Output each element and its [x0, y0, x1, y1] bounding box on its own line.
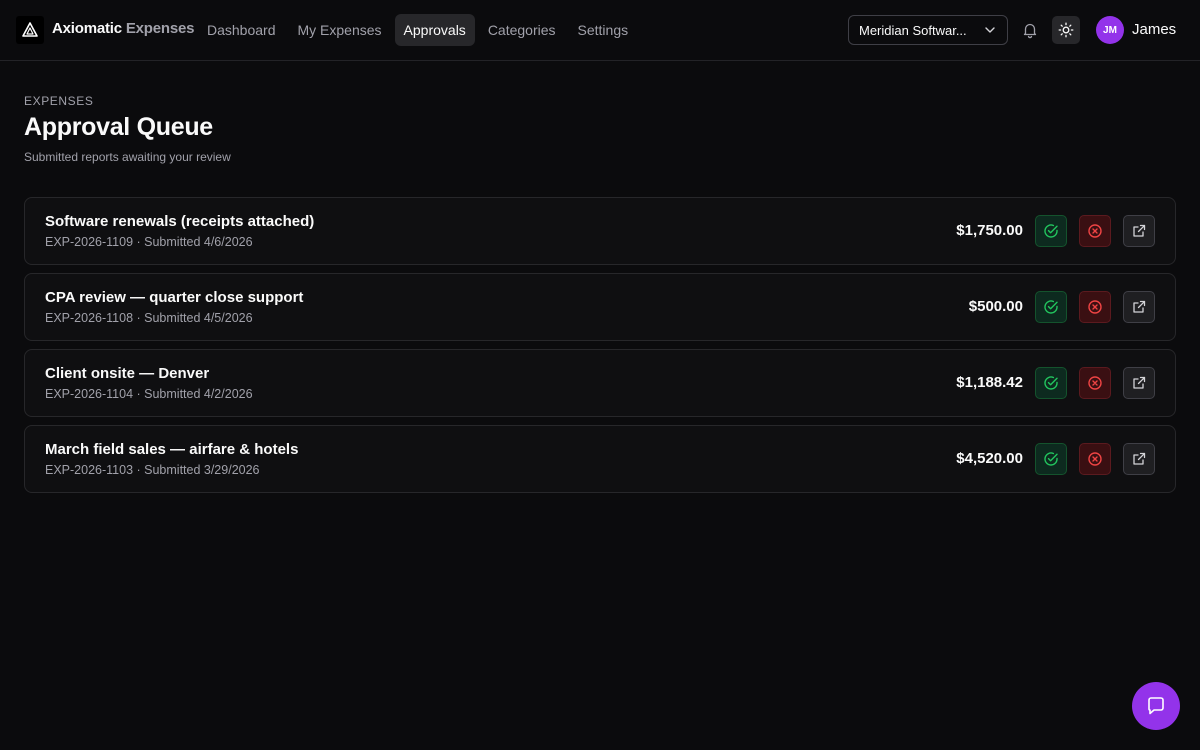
- report-amount: $1,750.00: [956, 222, 1023, 239]
- open-report-button[interactable]: [1123, 215, 1155, 247]
- nav-dashboard[interactable]: Dashboard: [198, 14, 285, 46]
- main-nav: Dashboard My Expenses Approvals Categori…: [198, 14, 637, 46]
- reject-button[interactable]: [1079, 215, 1111, 247]
- avatar[interactable]: JM: [1096, 16, 1124, 44]
- report-meta: EXP-2026-1109 · Submitted 4/6/2026: [45, 235, 253, 249]
- approval-card: Client onsite — Denver EXP-2026-1104 · S…: [24, 349, 1176, 417]
- check-circle-icon: [1044, 376, 1058, 390]
- page-title: Approval Queue: [24, 113, 213, 141]
- check-circle-icon: [1044, 224, 1058, 238]
- check-circle-icon: [1044, 300, 1058, 314]
- username[interactable]: James: [1132, 21, 1176, 38]
- brand-primary: Axiomatic: [52, 20, 122, 37]
- report-amount: $1,188.42: [956, 374, 1023, 391]
- check-circle-icon: [1044, 452, 1058, 466]
- sun-icon: [1058, 22, 1074, 38]
- report-meta: EXP-2026-1103 · Submitted 3/29/2026: [45, 463, 260, 477]
- workspace-label: Meridian Softwar...: [859, 22, 967, 38]
- approval-card: March field sales — airfare & hotels EXP…: [24, 425, 1176, 493]
- report-amount: $4,520.00: [956, 450, 1023, 467]
- x-circle-icon: [1088, 300, 1102, 314]
- nav-my-expenses[interactable]: My Expenses: [289, 14, 391, 46]
- x-circle-icon: [1088, 224, 1102, 238]
- report-title: March field sales — airfare & hotels: [45, 441, 299, 458]
- x-circle-icon: [1088, 376, 1102, 390]
- report-meta: EXP-2026-1108 · Submitted 4/5/2026: [45, 311, 253, 325]
- chat-button[interactable]: [1132, 682, 1180, 730]
- report-amount: $500.00: [968, 298, 1023, 315]
- open-report-button[interactable]: [1123, 291, 1155, 323]
- bell-icon[interactable]: [1020, 20, 1040, 40]
- approve-button[interactable]: [1035, 291, 1067, 323]
- report-title: Client onsite — Denver: [45, 365, 210, 382]
- report-title: Software renewals (receipts attached): [45, 213, 315, 230]
- approval-list: Software renewals (receipts attached) EX…: [24, 197, 1176, 501]
- report-title: CPA review — quarter close support: [45, 289, 304, 306]
- nav-settings[interactable]: Settings: [569, 14, 638, 46]
- external-link-icon: [1133, 300, 1146, 313]
- open-report-button[interactable]: [1123, 367, 1155, 399]
- open-report-button[interactable]: [1123, 443, 1155, 475]
- external-link-icon: [1133, 376, 1146, 389]
- approval-card: CPA review — quarter close support EXP-2…: [24, 273, 1176, 341]
- external-link-icon: [1133, 224, 1146, 237]
- approval-card: Software renewals (receipts attached) EX…: [24, 197, 1176, 265]
- x-circle-icon: [1088, 452, 1102, 466]
- theme-toggle-button[interactable]: [1052, 16, 1080, 44]
- reject-button[interactable]: [1079, 367, 1111, 399]
- approve-button[interactable]: [1035, 367, 1067, 399]
- chat-bubble-icon: [1148, 697, 1164, 715]
- page-subtitle: Submitted reports awaiting your review: [24, 150, 231, 164]
- top-navigation-bar: Axiomatic Expenses Dashboard My Expenses…: [0, 0, 1200, 61]
- triangle-logo-icon[interactable]: [16, 16, 44, 44]
- chevron-down-icon: [985, 27, 995, 33]
- nav-approvals[interactable]: Approvals: [394, 14, 475, 46]
- approve-button[interactable]: [1035, 215, 1067, 247]
- reject-button[interactable]: [1079, 443, 1111, 475]
- app-brand[interactable]: Axiomatic Expenses: [52, 20, 195, 37]
- nav-categories[interactable]: Categories: [479, 14, 565, 46]
- approve-button[interactable]: [1035, 443, 1067, 475]
- brand-secondary: Expenses: [125, 20, 195, 37]
- external-link-icon: [1133, 452, 1146, 465]
- workspace-select[interactable]: Meridian Softwar...: [848, 15, 1008, 45]
- report-meta: EXP-2026-1104 · Submitted 4/2/2026: [45, 387, 253, 401]
- reject-button[interactable]: [1079, 291, 1111, 323]
- page-eyebrow: EXPENSES: [24, 94, 94, 108]
